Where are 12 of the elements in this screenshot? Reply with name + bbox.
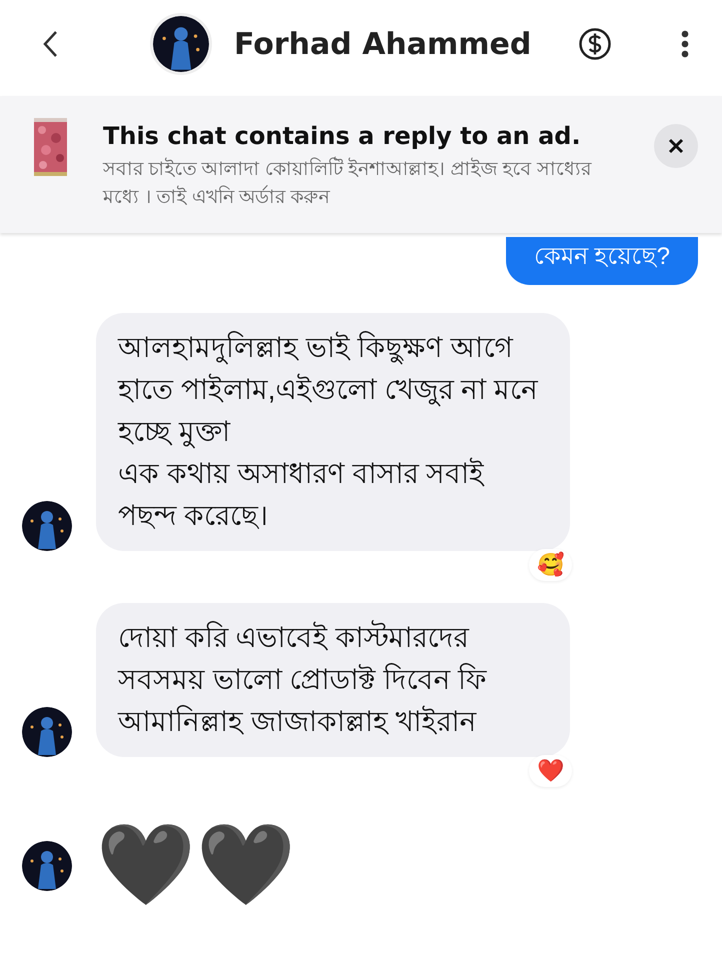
contact-name: Forhad Ahammed (234, 26, 532, 62)
dollar-icon[interactable] (578, 27, 612, 61)
ad-notice-title: This chat contains a reply to an ad. (103, 122, 582, 150)
ad-text: সবার চাইতে আলাদা কোয়ালিটি ইনশাআল্লাহ। প্রাইজ হবে সাধ্যের মধ্যে । তাই এখনি অর্ডার করুন (103, 156, 603, 212)
close-button[interactable] (654, 124, 698, 168)
received-message: আলহামদুলিল্লাহ ভাই কিছুক্ষণ আগে হাতে পাইলাম,এইগুলো খেজুর না মনে হচ্ছে মুক্তা এক কথায় অসাধারণ বাসার সবাই পছন্দ করেছে। (96, 313, 570, 552)
sent-message: কেমন হয়েছে? (506, 237, 698, 286)
close-icon (667, 137, 685, 155)
emoji-message: 🖤🖤 (96, 821, 296, 910)
received-message: দোয়া করি এভাবেই কাস্টমারদের সবসময় ভালো প্রোডাক্ট দিবেন ফি আমানিল্লাহ জাজাকাল্লাহ খাইরান (96, 603, 570, 758)
reaction-emoji[interactable]: ❤ (529, 755, 572, 788)
more-icon[interactable] (680, 29, 690, 59)
